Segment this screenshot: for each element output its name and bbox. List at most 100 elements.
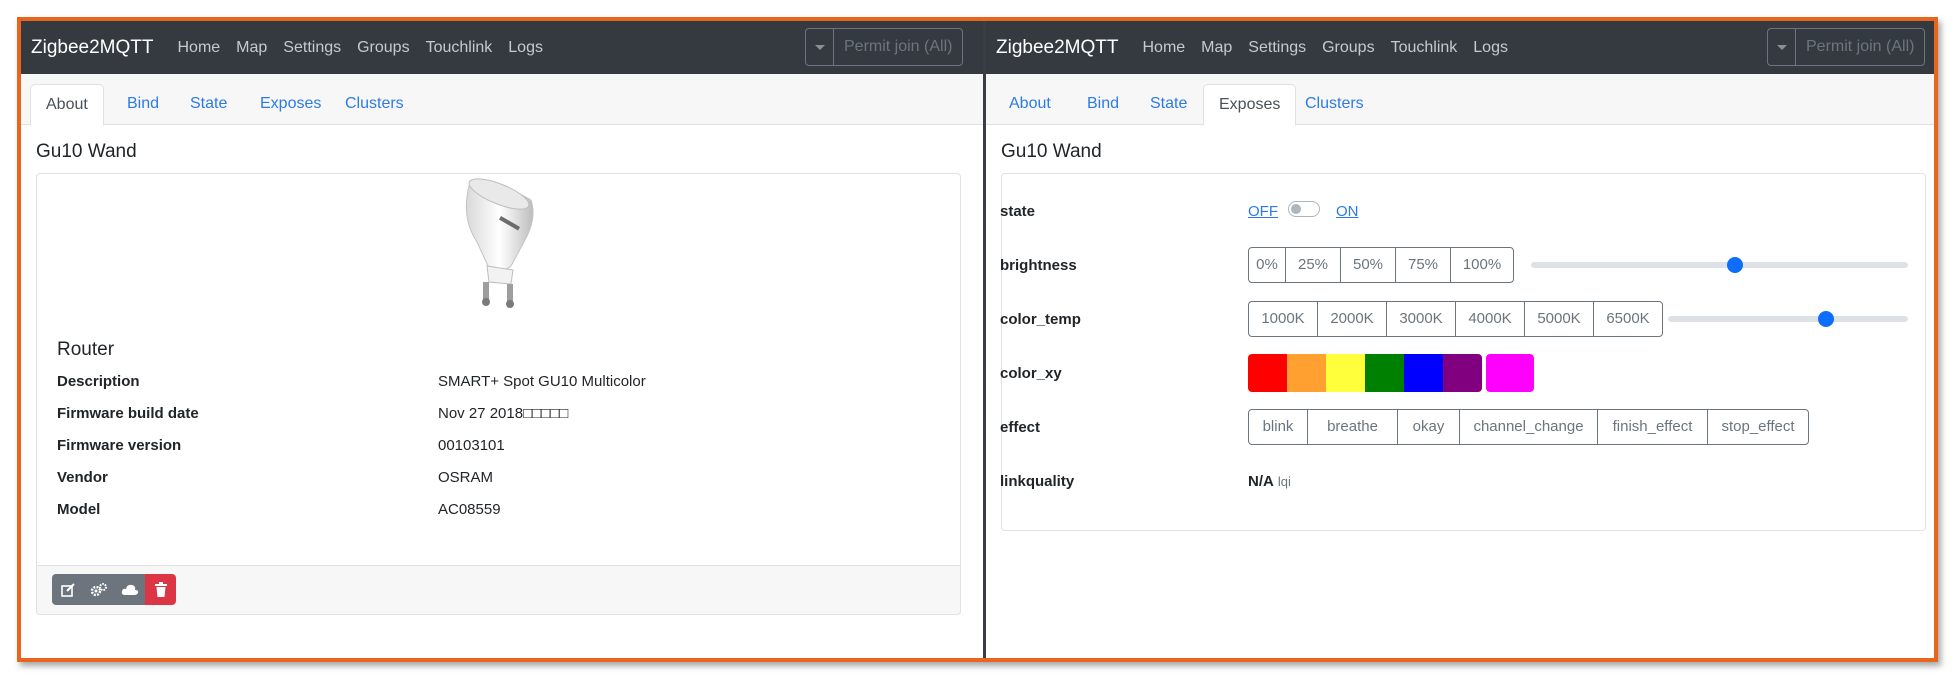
screenshot-frame: Zigbee2MQTT Home Map Settings Groups Tou… xyxy=(17,17,1938,662)
brand[interactable]: Zigbee2MQTT xyxy=(996,37,1118,59)
permit-join-button[interactable]: Permit join (All) xyxy=(1796,29,1924,65)
brightness-preset-button[interactable]: 0% xyxy=(1248,247,1286,283)
right-pane: Zigbee2MQTT Home Map Settings Groups Tou… xyxy=(986,21,1934,658)
color-temp-preset-button[interactable]: 3000K xyxy=(1386,301,1456,337)
expose-label-color-xy: color_xy xyxy=(1000,365,1062,382)
edit-icon xyxy=(60,582,75,597)
info-value: AC08559 xyxy=(438,501,501,518)
brightness-preset-button[interactable]: 50% xyxy=(1340,247,1396,283)
state-on-link[interactable]: ON xyxy=(1336,203,1359,220)
tab-exposes[interactable]: Exposes xyxy=(1203,84,1297,126)
effect-button[interactable]: finish_effect xyxy=(1597,409,1708,445)
nav-home[interactable]: Home xyxy=(177,39,220,57)
tab-about[interactable]: About xyxy=(30,84,104,126)
nav-logs[interactable]: Logs xyxy=(508,39,543,57)
tab-state[interactable]: State xyxy=(1135,84,1202,126)
nav-groups[interactable]: Groups xyxy=(357,39,409,57)
navbar: Zigbee2MQTT Home Map Settings Groups Tou… xyxy=(21,21,983,74)
brightness-preset-button[interactable]: 25% xyxy=(1285,247,1341,283)
color-temp-slider[interactable] xyxy=(1668,311,1908,327)
nav-touchlink[interactable]: Touchlink xyxy=(1391,39,1458,57)
toggle-knob xyxy=(1291,204,1301,214)
rename-button[interactable] xyxy=(52,574,83,605)
permit-join-button[interactable]: Permit join (All) xyxy=(834,29,962,65)
nav-settings[interactable]: Settings xyxy=(283,39,341,57)
info-value: 00103101 xyxy=(438,437,505,454)
cogs-icon xyxy=(90,582,107,596)
color-temp-preset-button[interactable]: 6500K xyxy=(1593,301,1663,337)
chevron-down-icon xyxy=(1776,44,1787,50)
tab-bind[interactable]: Bind xyxy=(1072,84,1134,126)
nav-touchlink[interactable]: Touchlink xyxy=(426,39,493,57)
nav-home[interactable]: Home xyxy=(1142,39,1185,57)
expose-label-color-temp: color_temp xyxy=(1000,311,1081,328)
device-tabs: About Bind State Exposes Clusters xyxy=(986,74,1934,126)
brightness-preset-button[interactable]: 100% xyxy=(1450,247,1514,283)
color-swatch[interactable] xyxy=(1443,354,1482,392)
color-swatch[interactable] xyxy=(1287,354,1326,392)
color-swatch[interactable] xyxy=(1404,354,1443,392)
info-key: Firmware build date xyxy=(57,405,199,422)
tab-state[interactable]: State xyxy=(175,84,242,126)
device-tabs: About Bind State Exposes Clusters xyxy=(21,74,983,126)
chevron-down-icon xyxy=(814,44,825,50)
info-value: Nov 27 2018□□□□□ xyxy=(438,405,569,422)
ota-button[interactable] xyxy=(114,574,145,605)
trash-icon xyxy=(154,581,167,597)
tab-clusters[interactable]: Clusters xyxy=(330,84,419,126)
effect-button[interactable]: channel_change xyxy=(1459,409,1598,445)
color-swatch[interactable] xyxy=(1248,354,1287,392)
permit-join-dropdown[interactable] xyxy=(806,29,834,65)
nav-map[interactable]: Map xyxy=(1201,39,1232,57)
state-off-link[interactable]: OFF xyxy=(1248,203,1278,220)
cloud-icon xyxy=(121,584,138,595)
expose-label-linkquality: linkquality xyxy=(1000,473,1075,490)
color-temp-presets: 1000K 2000K 3000K 4000K 5000K 6500K xyxy=(1248,301,1663,337)
info-value: OSRAM xyxy=(438,469,494,486)
brightness-slider[interactable] xyxy=(1531,257,1908,273)
remove-button[interactable] xyxy=(145,574,176,605)
device-type: Router xyxy=(57,339,115,360)
nav-groups[interactable]: Groups xyxy=(1322,39,1374,57)
effect-button[interactable]: stop_effect xyxy=(1707,409,1809,445)
permit-join-group: Permit join (All) xyxy=(805,28,964,66)
brightness-presets: 0% 25% 50% 75% 100% xyxy=(1248,247,1514,283)
color-temp-preset-button[interactable]: 2000K xyxy=(1317,301,1387,337)
tab-about[interactable]: About xyxy=(994,84,1066,126)
effect-button[interactable]: okay xyxy=(1397,409,1460,445)
tab-clusters[interactable]: Clusters xyxy=(1290,84,1379,126)
state-toggle[interactable] xyxy=(1288,201,1320,217)
expose-label-effect: effect xyxy=(1000,419,1041,436)
color-temp-preset-button[interactable]: 4000K xyxy=(1455,301,1525,337)
reconfigure-button[interactable] xyxy=(83,574,114,605)
color-swatch[interactable] xyxy=(1326,354,1365,392)
nav-settings[interactable]: Settings xyxy=(1248,39,1306,57)
nav-map[interactable]: Map xyxy=(236,39,267,57)
color-temp-preset-button[interactable]: 1000K xyxy=(1248,301,1318,337)
effect-button[interactable]: breathe xyxy=(1307,409,1398,445)
expose-label-state: state xyxy=(1000,203,1036,220)
linkquality-number: N/A xyxy=(1248,473,1274,490)
info-key: Vendor xyxy=(57,469,108,486)
nav-logs[interactable]: Logs xyxy=(1473,39,1508,57)
linkquality-unit: lqi xyxy=(1277,474,1291,489)
tab-bind[interactable]: Bind xyxy=(112,84,174,126)
expose-label-brightness: brightness xyxy=(1000,257,1077,274)
slider-thumb[interactable] xyxy=(1726,257,1743,273)
effect-options: blink breathe okay channel_change finish… xyxy=(1248,409,1809,445)
permit-join-dropdown[interactable] xyxy=(1768,29,1796,65)
info-key: Firmware version xyxy=(57,437,182,454)
color-temp-preset-button[interactable]: 5000K xyxy=(1524,301,1594,337)
brand[interactable]: Zigbee2MQTT xyxy=(31,37,153,59)
device-title: Gu10 Wand xyxy=(1001,141,1102,162)
effect-button[interactable]: blink xyxy=(1248,409,1308,445)
permit-join-group: Permit join (All) xyxy=(1767,28,1926,66)
device-image xyxy=(433,178,563,323)
card-footer xyxy=(36,565,961,615)
device-actions xyxy=(52,574,176,605)
color-picker[interactable] xyxy=(1486,354,1534,392)
info-key: Model xyxy=(57,501,101,518)
brightness-preset-button[interactable]: 75% xyxy=(1395,247,1451,283)
tab-exposes[interactable]: Exposes xyxy=(245,84,336,126)
color-swatch[interactable] xyxy=(1365,354,1404,392)
